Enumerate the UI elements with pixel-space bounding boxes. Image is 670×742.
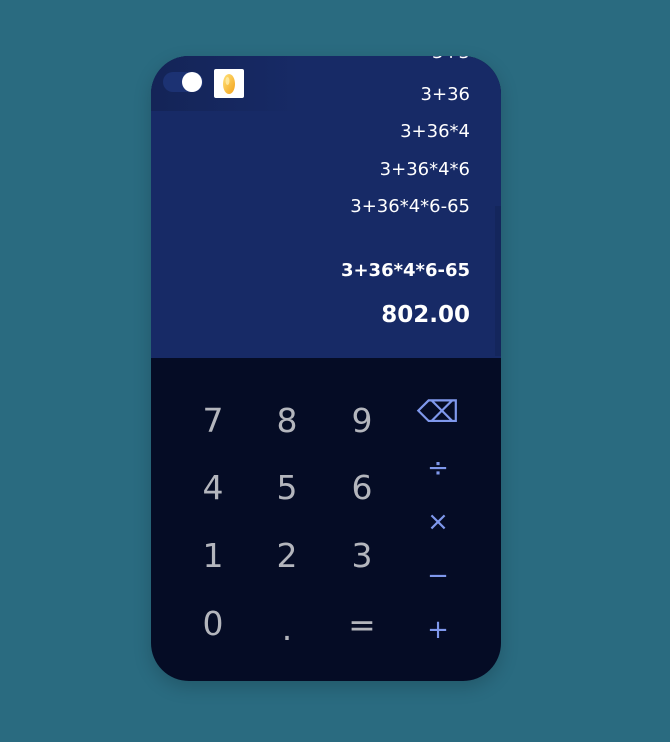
history-entry[interactable]: 3+3 (432, 56, 470, 64)
current-expression: 3+36*4*6-65 (340, 260, 470, 281)
history-entry[interactable]: 3+36*4 (400, 121, 470, 143)
key-1[interactable]: 1 (183, 530, 243, 580)
top-bar (151, 56, 301, 111)
key-0[interactable]: 0 (183, 598, 243, 648)
keypad: 7 8 9 4 5 6 1 2 3 0 . = ⌫ ÷ × − + (151, 358, 501, 681)
theme-toggle[interactable] (163, 72, 203, 92)
key-2[interactable]: 2 (257, 530, 317, 580)
divide-button[interactable]: ÷ (413, 446, 463, 490)
history-entry[interactable]: 3+36*4*6 (380, 159, 470, 181)
history-scrollbar[interactable] (495, 206, 501, 356)
key-decimal[interactable]: . (257, 603, 317, 653)
multiply-button[interactable]: × (413, 500, 463, 544)
key-8[interactable]: 8 (257, 395, 317, 445)
backspace-button[interactable]: ⌫ (413, 390, 463, 434)
display-panel: 3+3 3+36 3+36*4 3+36*4*6 3+36*4*6-65 (151, 56, 501, 358)
calculator-device: 3+3 3+36 3+36*4 3+36*4*6 3+36*4*6-65 (151, 56, 501, 681)
key-6[interactable]: 6 (332, 462, 392, 512)
subtract-button[interactable]: − (413, 554, 463, 598)
add-button[interactable]: + (413, 608, 463, 652)
key-equals[interactable]: = (332, 599, 392, 649)
key-7[interactable]: 7 (183, 395, 243, 445)
theme-button[interactable] (214, 69, 244, 98)
key-4[interactable]: 4 (183, 462, 243, 512)
key-3[interactable]: 3 (332, 530, 392, 580)
key-5[interactable]: 5 (257, 462, 317, 512)
backspace-icon: ⌫ (416, 394, 460, 430)
lemon-icon (223, 73, 235, 94)
history-entry[interactable]: 3+36*4*6-65 (350, 196, 470, 218)
history-entry[interactable]: 3+36 (421, 84, 470, 106)
result-value: 802.00 (381, 302, 470, 328)
key-9[interactable]: 9 (332, 395, 392, 445)
toggle-knob (182, 72, 202, 92)
